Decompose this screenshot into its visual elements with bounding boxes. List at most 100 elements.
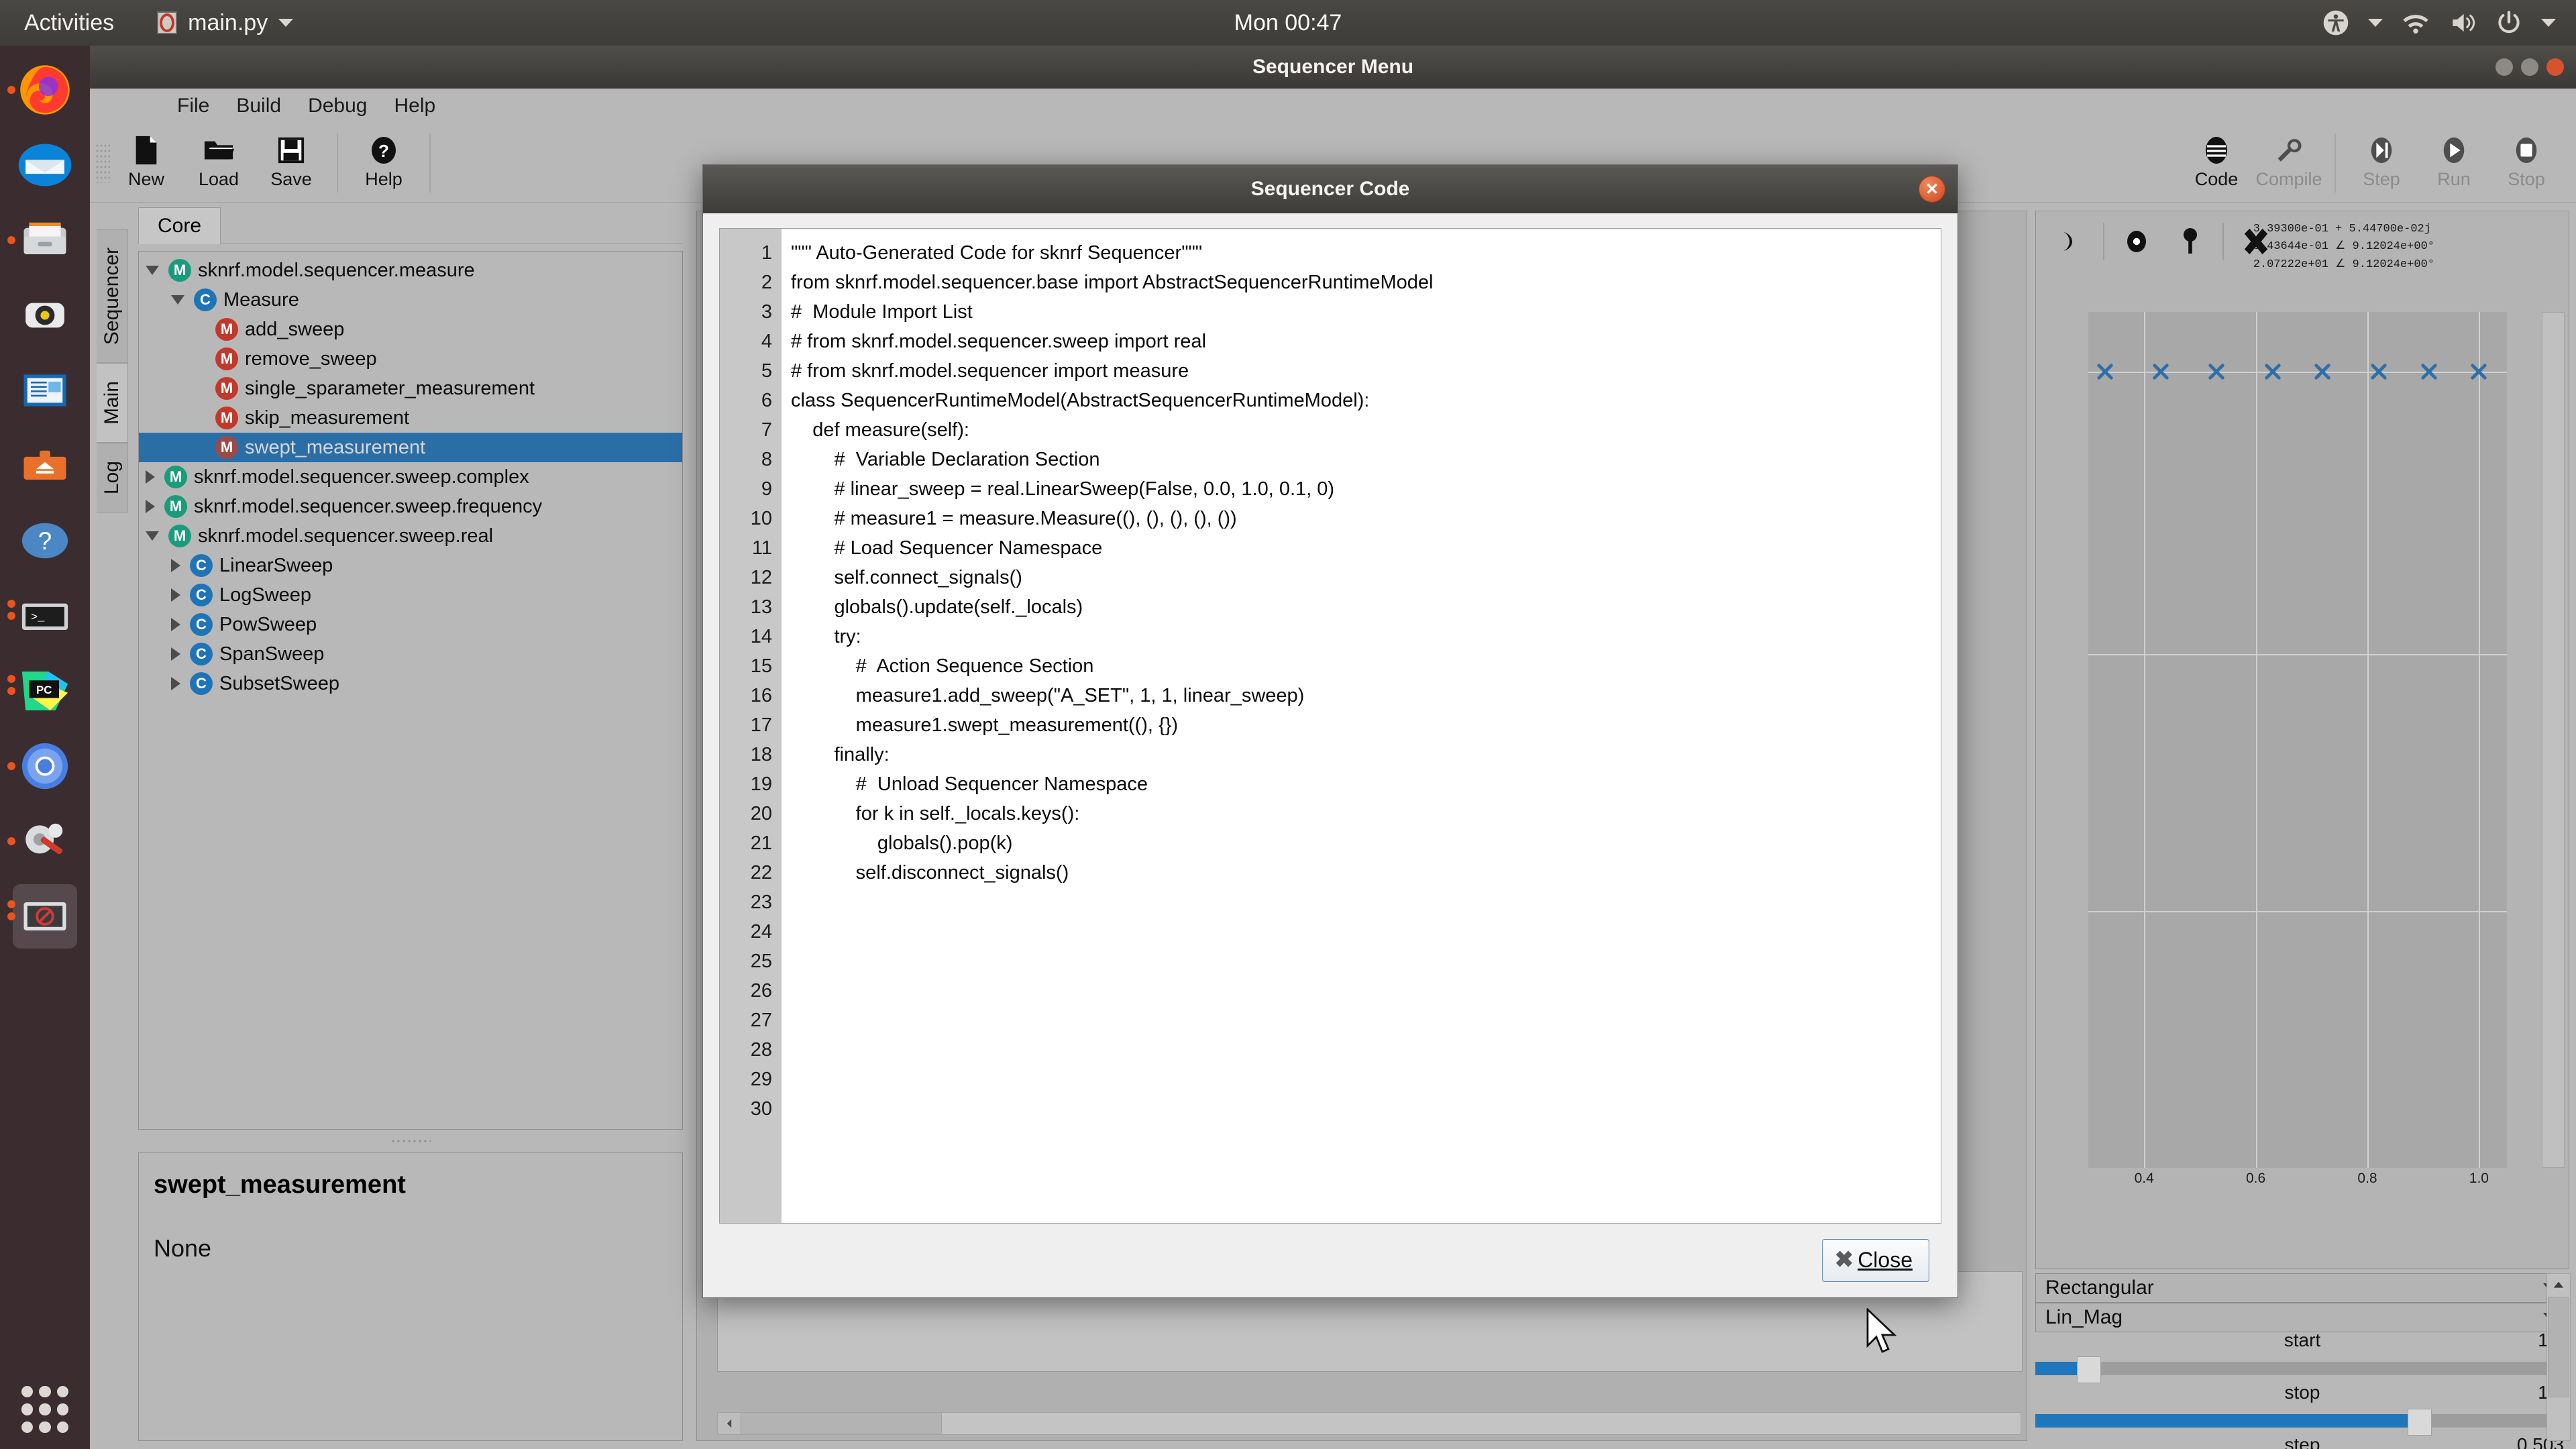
load-button[interactable]: Load [182,127,255,199]
dock-item-terminal[interactable]: >_ [7,584,77,648]
dock-item-settings[interactable] [7,809,77,873]
tree-item[interactable]: Mswept_measurement [139,433,682,462]
data-point-marker [2152,363,2169,380]
tab-core[interactable]: Core [138,207,221,244]
dock-item-files[interactable] [7,208,77,272]
controls-vertical-scrollbar[interactable] [2546,1273,2571,1441]
coordinate-select[interactable]: Rectangular [2035,1273,2569,1303]
scroll-left-icon[interactable] [718,1413,741,1434]
menu-help[interactable]: Help [394,95,435,117]
menu-debug[interactable]: Debug [308,95,367,117]
chevron-right-icon[interactable] [171,559,180,572]
code-button[interactable]: Code [2180,127,2253,199]
chevron-right-icon[interactable] [171,588,180,602]
tree-item[interactable]: C SpanSweep [139,639,682,669]
tree-item[interactable]: Msknrf.model.sequencer.sweep.real [139,521,682,551]
chevron-down-icon[interactable] [2368,19,2383,27]
dock-item-help[interactable]: ? [13,508,77,573]
tree-item-label: LogSweep [219,584,312,606]
chevron-right-icon[interactable] [146,500,155,513]
side-tab-bar: Sequencer Main Log [90,203,134,1449]
tree-item[interactable]: C LinearSweep [139,551,682,580]
window-controls[interactable] [2496,58,2564,76]
toolbar-grip[interactable] [95,142,110,183]
run-button[interactable]: Run [2418,127,2490,199]
tree-item[interactable]: C SubsetSweep [139,669,682,698]
maximize-icon[interactable] [2521,58,2538,76]
minimize-icon[interactable] [2496,58,2513,76]
accessibility-icon[interactable] [2322,9,2349,36]
tree-item[interactable]: Madd_sweep [139,315,682,344]
dock-item-sknrf-app[interactable] [7,884,77,949]
dock-item-ubuntu-software[interactable] [13,433,77,498]
volume-icon[interactable] [2449,11,2477,35]
menu-file[interactable]: File [177,95,209,117]
tree-item[interactable]: C LogSweep [139,580,682,610]
close-button[interactable]: ✖ Close [1821,1239,1929,1282]
tree-item[interactable]: Msknrf.model.sequencer.sweep.frequency [139,492,682,521]
tree-item[interactable]: Mskip_measurement [139,403,682,433]
plot-axes[interactable] [2088,312,2507,1168]
scroll-up-icon[interactable] [2547,1274,2570,1297]
code-text[interactable]: """ Auto-Generated Code for sknrf Sequen… [782,229,1941,1223]
chevron-right-icon[interactable] [146,470,155,484]
tree-item-label: LinearSweep [219,554,333,576]
dock-item-thunderbird[interactable] [13,133,77,197]
tree-item[interactable]: C PowSweep [139,610,682,639]
scroll-thumb[interactable] [741,1413,942,1434]
dock-item-firefox[interactable] [7,58,77,122]
code-editor[interactable]: 1 2 3 4 5 6 7 8 9 10 11 12 13 14 15 16 17 18 19 20 21 22 23 24 2… [719,228,1941,1224]
close-icon[interactable] [2546,58,2564,76]
chevron-down-icon[interactable] [146,266,159,275]
compile-button[interactable]: Compile [2253,127,2325,199]
chevron-right-icon[interactable] [171,647,180,661]
new-button[interactable]: New [110,127,182,199]
chevron-down-icon[interactable] [2541,19,2556,27]
format-select[interactable]: Lin_Mag [2035,1303,2569,1332]
model-tree[interactable]: Msknrf.model.sequencer.measure C Measure Ma… [138,251,683,1130]
clock[interactable]: Mon 00:47 [1234,10,1342,36]
sidebar-item-main[interactable]: Main [96,363,128,443]
tree-item[interactable]: Msknrf.model.sequencer.sweep.complex [139,462,682,492]
close-icon[interactable]: ✕ [1919,176,1945,203]
stop-slider-track[interactable] [2035,1414,2569,1428]
help-button[interactable]: ? Help [347,127,420,199]
grid-line-horizontal [2088,372,2507,374]
dock-item-rhythmbox[interactable] [13,283,77,347]
toolbar-separator [337,133,338,193]
marker-icon[interactable] [2163,218,2217,265]
dock-item-chromium[interactable] [7,734,77,798]
menu-build[interactable]: Build [236,95,281,117]
panel-splitter[interactable] [138,1136,683,1146]
stop-slider-knob[interactable] [2408,1409,2432,1436]
stop-button[interactable]: Stop [2490,127,2563,199]
scroll-thumb[interactable] [2548,1297,2569,1397]
tree-item[interactable]: Msknrf.model.sequencer.measure [139,256,682,285]
tree-item[interactable]: Mremove_sweep [139,344,682,374]
step-button[interactable]: Step [2345,127,2418,199]
sidebar-item-sequencer[interactable]: Sequencer [96,229,128,364]
tree-item[interactable]: C Measure [139,285,682,315]
tree-item[interactable]: Msingle_sparameter_measurement [139,374,682,403]
pan-icon[interactable] [2044,218,2098,265]
system-tray[interactable] [2322,9,2556,36]
dock-item-pycharm[interactable]: PC [7,659,77,723]
show-applications-button[interactable] [21,1386,68,1433]
dock-item-libreoffice-writer[interactable] [13,358,77,423]
save-button[interactable]: Save [255,127,327,199]
sidebar-item-log[interactable]: Log [96,443,128,513]
chevron-right-icon[interactable] [171,677,180,690]
plot-vertical-scrollbar[interactable] [2542,312,2565,1168]
horizontal-scrollbar[interactable] [717,1412,2021,1435]
wifi-icon[interactable] [2402,11,2430,34]
app-menu-button[interactable]: main.py [157,10,294,36]
chevron-down-icon[interactable] [171,295,184,305]
power-icon[interactable] [2496,9,2522,36]
activities-button[interactable]: Activities [24,10,114,36]
chevron-down-icon[interactable] [146,531,159,541]
code-line: globals().pop(k) [791,833,1013,854]
chevron-right-icon[interactable] [171,618,180,631]
start-slider-knob[interactable] [2076,1356,2101,1383]
start-slider-track[interactable] [2035,1362,2569,1375]
target-icon[interactable] [2110,218,2163,265]
